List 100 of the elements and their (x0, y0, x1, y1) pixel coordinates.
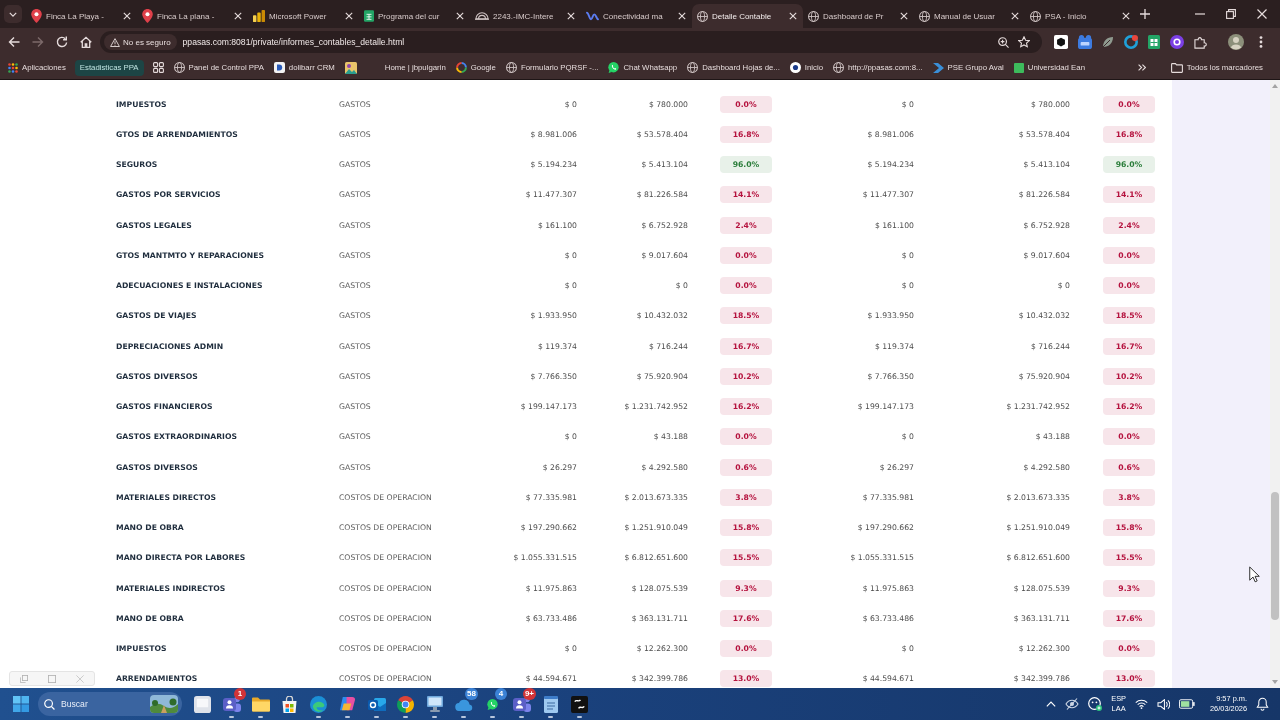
close-icon[interactable] (123, 12, 131, 20)
half-disc-tile-icon (273, 62, 285, 73)
chat-bubble-icon (608, 62, 620, 73)
landscape-icon (150, 695, 178, 713)
search-icon (44, 698, 55, 710)
browser-tab[interactable]: Microsoft Power (248, 4, 359, 28)
disc-icon[interactable] (1170, 35, 1184, 49)
globe-icon (833, 62, 844, 73)
browser-tab[interactable]: PSA - Inicio (1025, 4, 1136, 28)
globe-icon (173, 62, 185, 73)
smiley-plus-icon[interactable] (1088, 697, 1103, 711)
folder-icon (1170, 62, 1183, 73)
close-icon[interactable] (900, 12, 908, 20)
reload-icon[interactable] (56, 36, 68, 48)
chevron-up-icon[interactable] (1046, 701, 1057, 707)
url-text: ppasas.com:8081/private/informes_contables_detalle.html (182, 37, 405, 47)
notification-count: 9+ (522, 688, 536, 700)
globe-icon (505, 62, 517, 73)
close-icon[interactable] (1257, 9, 1267, 19)
people-icon[interactable] (222, 696, 241, 712)
close-icon[interactable] (345, 12, 353, 20)
apps-grid-icon (8, 62, 18, 73)
double-chevron-icon[interactable] (1137, 64, 1146, 71)
security-chip[interactable]: No es seguro (104, 34, 177, 50)
close-icon[interactable] (456, 12, 464, 20)
scrollbar-track[interactable] (1270, 80, 1280, 688)
swirl-icon[interactable] (310, 695, 327, 713)
mouse-cursor-icon (1249, 566, 1260, 583)
scrollbar-thumb[interactable] (1271, 492, 1279, 620)
ring-icon (455, 62, 467, 73)
close-icon[interactable] (1122, 12, 1130, 20)
dot-circle-icon (789, 62, 801, 73)
browser-tab[interactable]: Finca La plana - (137, 4, 248, 28)
notepad-icon[interactable] (543, 695, 558, 713)
avatar-icon[interactable] (1228, 34, 1244, 50)
shopping-bag-icon[interactable] (282, 695, 297, 713)
leaf-icon[interactable] (1102, 36, 1114, 48)
computer-icon[interactable] (426, 696, 443, 712)
browser-tab[interactable]: 2243.-IMC-Intere (470, 4, 581, 28)
volume-icon[interactable] (1157, 698, 1170, 710)
map-pin-icon (142, 9, 153, 23)
restore-icon[interactable] (1226, 9, 1236, 19)
bear-tile-icon[interactable] (1078, 35, 1092, 49)
globe-icon (697, 10, 708, 22)
tab-search-button[interactable] (4, 5, 22, 23)
close-icon[interactable] (678, 12, 686, 20)
window-tile-icon[interactable] (194, 695, 211, 713)
browser-tab[interactable]: Manual de Usuar (914, 4, 1025, 28)
close-icon[interactable] (789, 12, 797, 20)
folder-icon[interactable] (251, 696, 270, 712)
globe-icon (808, 10, 819, 22)
spreadsheet-icon[interactable] (1148, 35, 1160, 49)
people-icon[interactable] (512, 696, 531, 712)
browser-tab[interactable]: Finca La Playa - (26, 4, 137, 28)
star-icon[interactable] (1018, 36, 1030, 48)
petals-icon[interactable] (339, 696, 356, 712)
start-icon[interactable] (13, 696, 29, 712)
browser-tab[interactable]: Programa del cur (359, 4, 470, 28)
browser-tab[interactable]: Detalle Contable (692, 4, 803, 28)
mail-icon[interactable] (367, 696, 386, 712)
logo-tile-icon[interactable] (571, 695, 588, 713)
browser-icon[interactable] (397, 695, 414, 713)
wifi-icon[interactable] (1135, 699, 1148, 709)
picture-icon[interactable] (344, 61, 357, 74)
address-bar[interactable]: No es seguro ppasas.com:8081/private/informes_contables_detalle.html (100, 31, 1042, 53)
globe-icon (1030, 10, 1041, 22)
close-icon[interactable] (234, 12, 242, 20)
puzzle-icon[interactable] (1194, 35, 1207, 49)
warning-icon (110, 37, 120, 47)
bell-icon[interactable] (1256, 697, 1269, 711)
notification-count: 1 (234, 688, 246, 700)
bar-chart-icon (253, 10, 265, 22)
dome-icon (475, 11, 489, 21)
notification-count: 58 (465, 688, 478, 700)
ring-icon[interactable] (1124, 35, 1138, 49)
taskbar-app-button[interactable]: 58 (449, 688, 478, 720)
battery-icon[interactable] (1179, 699, 1195, 709)
chevron-down-icon (9, 11, 17, 17)
cube-icon[interactable] (1054, 35, 1068, 49)
chevron-arrow-icon (932, 62, 944, 73)
close-icon[interactable] (567, 12, 575, 20)
eye-off-icon[interactable] (1065, 698, 1080, 710)
spreadsheet-icon (364, 10, 374, 22)
taskbar-app-button[interactable]: 9+ (507, 688, 536, 720)
chat-bubble-icon[interactable] (487, 698, 498, 710)
plus-icon[interactable] (1140, 9, 1150, 19)
map-pin-icon (31, 9, 42, 23)
home-icon[interactable] (80, 36, 92, 48)
taskbar-app-button[interactable]: 4 (478, 688, 507, 720)
browser-tab[interactable]: Dashboard de Pr (803, 4, 914, 28)
back-arrow-icon[interactable] (8, 36, 20, 48)
search-bar[interactable]: Buscar (38, 692, 182, 716)
menu-icon[interactable] (1259, 36, 1263, 48)
cloud-icon[interactable] (454, 697, 473, 711)
taskbar-app-button[interactable]: 1 (217, 688, 246, 720)
zoom-icon[interactable] (998, 36, 1009, 48)
grid-icon[interactable] (152, 62, 164, 73)
browser-tab[interactable]: Conectividad ma (581, 4, 692, 28)
search-field[interactable]: Buscar (61, 697, 144, 711)
close-icon[interactable] (1011, 12, 1019, 20)
